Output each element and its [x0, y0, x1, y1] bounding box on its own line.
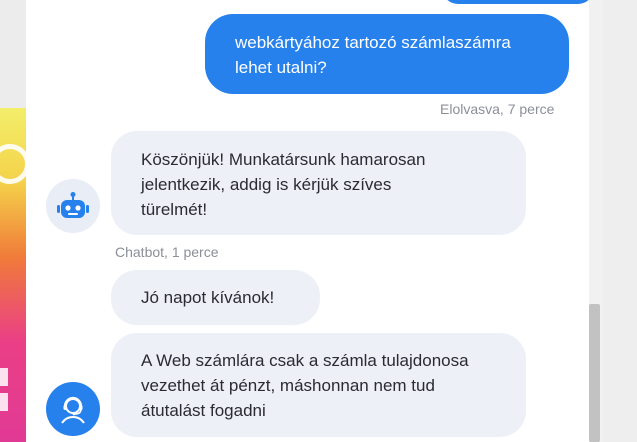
agent-message-line: átutalást fogadni [141, 401, 266, 420]
user-message-line: lehet utalni? [235, 58, 327, 77]
background-promo-banner [0, 108, 30, 442]
chat-message-list[interactable]: webkártyához tartozó számlaszámra lehet … [26, 0, 589, 442]
bot-message-bubble: Köszönjük! Munkatársunk hamarosan jelent… [111, 131, 526, 235]
robot-icon [57, 192, 89, 218]
page-background-right [603, 0, 637, 442]
previous-user-message-bubble [442, 0, 589, 4]
agent-message-bubble: Jó napot kívánok! [111, 270, 320, 325]
chat-scrollbar-thumb[interactable] [589, 304, 600, 442]
user-message-bubble: webkártyához tartozó számlaszámra lehet … [205, 14, 569, 94]
agent-message-line: vezethet át pénzt, máshonnan nem tud [141, 376, 435, 395]
bot-message-meta: Chatbot, 1 perce [115, 244, 219, 260]
agent-avatar [46, 382, 100, 436]
agent-message-text: Jó napot kívánok! [141, 288, 275, 307]
agent-message-line: A Web számlára csak a számla tulajdonosa [141, 351, 469, 370]
bot-message-line: jelentkezik, addig is kérjük szíves [141, 175, 392, 194]
bot-avatar [46, 179, 100, 233]
message-read-status: Elolvasva, 7 perce [440, 101, 555, 117]
user-message-line: webkártyához tartozó számlaszámra [235, 33, 511, 52]
agent-message-bubble: A Web számlára csak a számla tulajdonosa… [111, 333, 526, 437]
bot-message-line: Köszönjük! Munkatársunk hamarosan [141, 150, 426, 169]
support-agent-icon [61, 396, 85, 424]
bot-message-line: türelmét! [141, 200, 208, 219]
